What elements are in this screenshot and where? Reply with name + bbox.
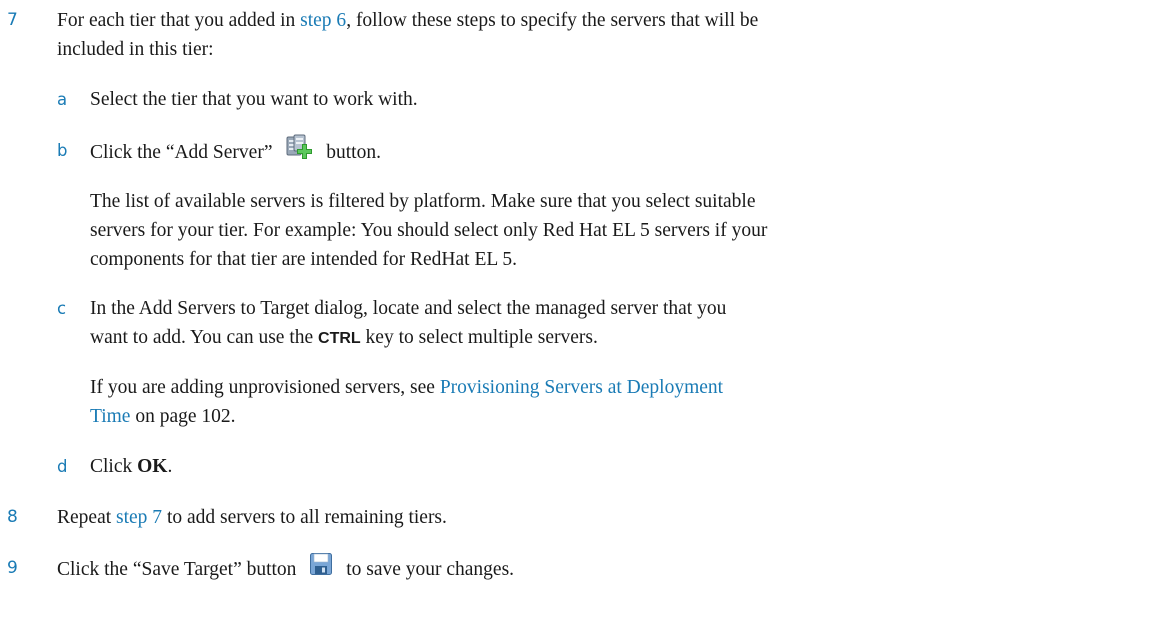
step-9-post: to save your changes. [346,558,515,580]
add-server-icon [285,134,313,169]
provisioning-servers-link-cont[interactable]: Time [90,406,130,427]
substep-b-para-line1: The list of available servers is filtere… [90,191,756,212]
substep-c-para-post: on page 102. [130,406,236,427]
step-6-link[interactable]: step 6 [300,10,346,31]
ctrl-key-label: CTRL [318,330,361,347]
substep-letter: a [57,90,68,109]
step-7-intro-text-cont: , follow these steps to specify the serv… [346,10,759,31]
substep-c-line2: want to add. You can use the CTRL key to… [90,323,1160,353]
substep-c-line2-pre: want to add. You can use the [90,327,319,348]
provisioning-servers-link[interactable]: Provisioning Servers at Deployment [440,377,723,398]
substep-c-line1: In the Add Servers to Target dialog, loc… [90,298,727,319]
substep-c-para-line1: If you are adding unprovisioned servers,… [90,373,1160,402]
substep-d-text: Click OK. [90,452,1160,481]
step-number: 9 [7,558,18,578]
step-number: 8 [7,507,18,527]
step-7-intro-line2: included in this tier: [57,39,214,60]
substep-c-line2-post: key to select multiple servers. [360,327,598,348]
step-7-intro: For each tier that you added in step 6, … [57,6,1157,35]
substep-b-post: button. [326,141,381,163]
substep-letter: c [57,299,67,318]
step-7-intro-text: For each tier that you added in [57,10,301,31]
substep-letter: b [57,141,68,160]
substep-a-text: Select the tier that you want to work wi… [90,89,418,110]
step-9-text: Click the “Save Target” button to save y… [57,552,1157,587]
step-9-pre: Click the “Save Target” button [57,558,297,580]
substep-b-pre: Click the “Add Server” [90,141,273,163]
substep-c-para-pre: If you are adding unprovisioned servers,… [90,377,440,398]
substep-b-para-line3: components for that tier are intended fo… [90,249,518,270]
save-icon [309,552,333,585]
substep-b-text: Click the “Add Server” button. [90,134,1160,171]
step-8-text: Repeat step 7 to add servers to all rema… [57,503,1157,532]
substep-letter: d [57,457,68,476]
step-8-pre: Repeat [57,507,117,528]
document-page: 7 For each tier that you added in step 6… [0,0,1168,618]
substep-b-para-line2: servers for your tier. For example: You … [90,220,768,241]
ok-label: OK [137,456,168,477]
step-8-post: to add servers to all remaining tiers. [162,507,447,528]
substep-d-pre: Click [90,456,138,477]
substep-d-post: . [167,456,173,477]
step-number: 7 [7,10,18,30]
step-7-link[interactable]: step 7 [116,507,162,528]
substep-c-para-line2: Time on page 102. [90,402,1160,431]
